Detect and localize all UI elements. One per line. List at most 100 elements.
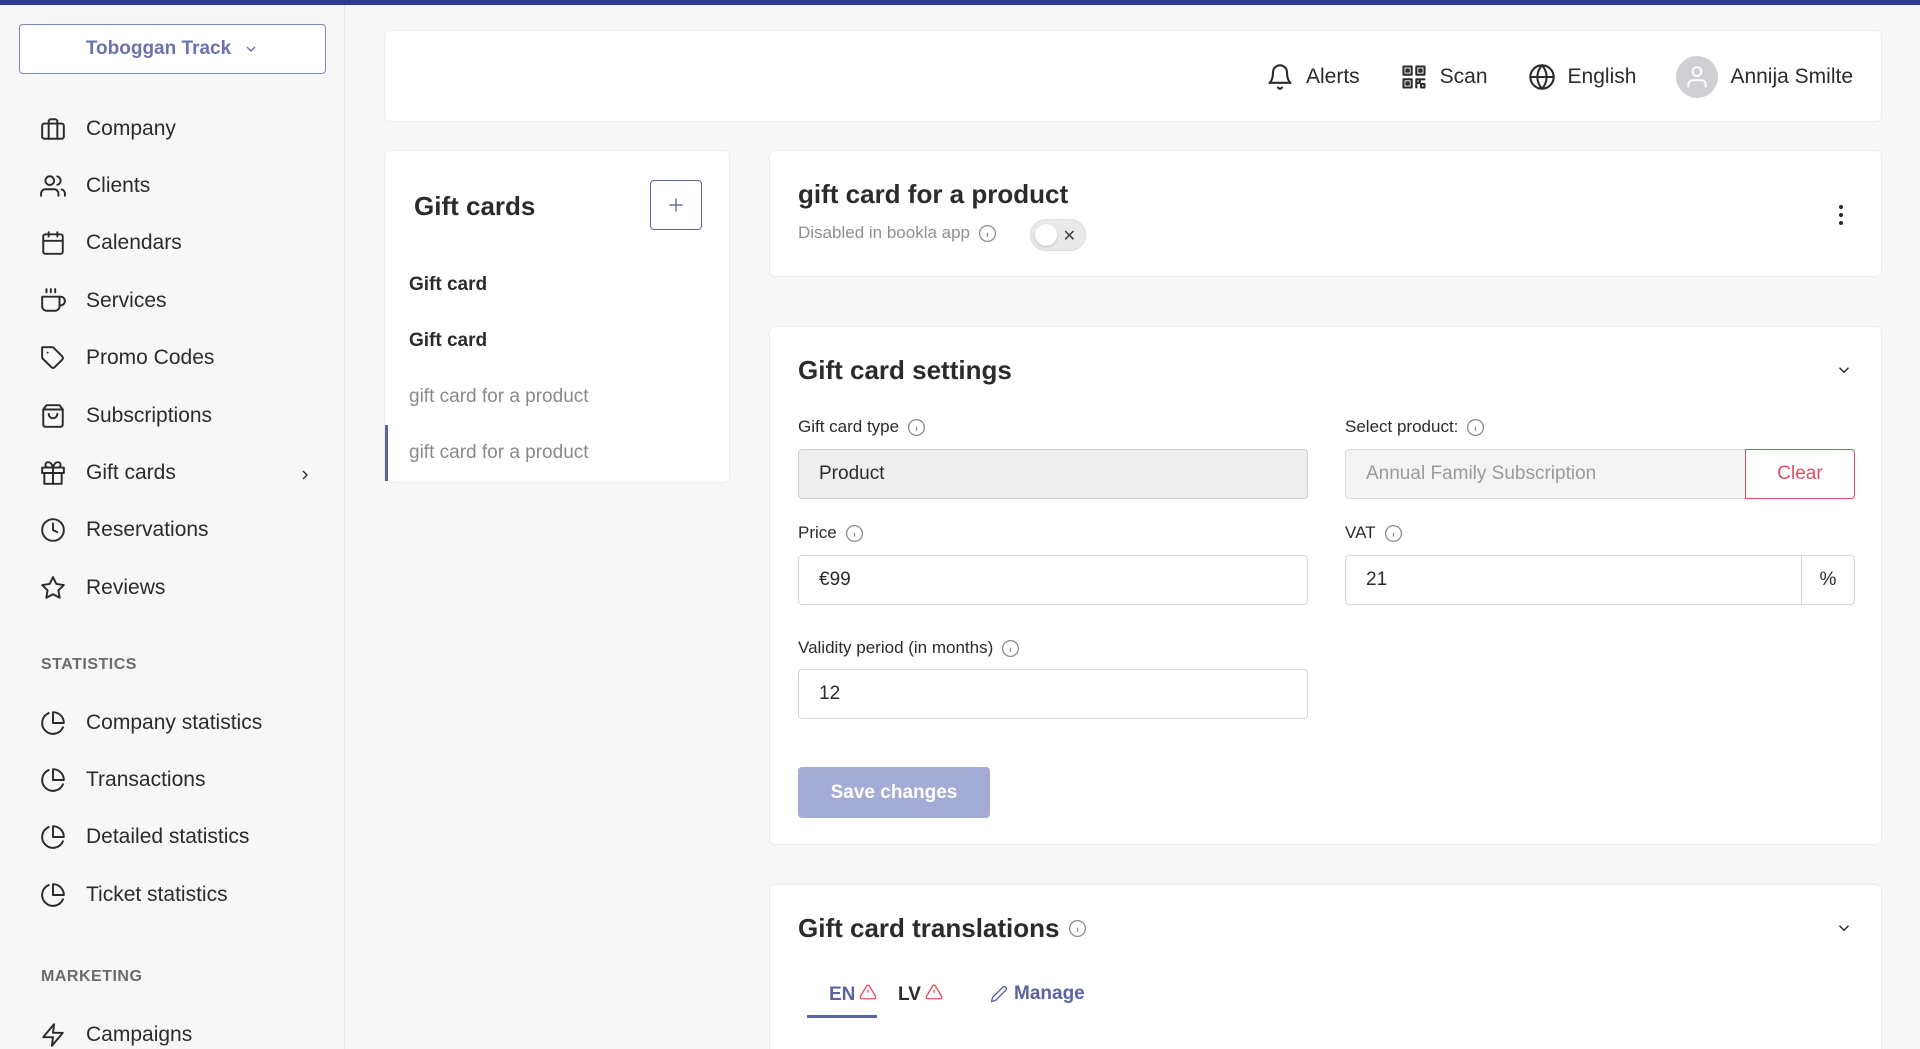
warning-icon xyxy=(925,983,943,1007)
avatar xyxy=(1676,56,1719,98)
zap-icon xyxy=(40,1022,66,1048)
sidebar-item-reservations[interactable]: Reservations xyxy=(0,502,345,559)
tab-lv[interactable]: LV xyxy=(898,983,943,1007)
chevron-down-icon xyxy=(1838,367,1850,374)
translations-title: Gift card translations xyxy=(798,913,1087,944)
collapse-settings-button[interactable] xyxy=(1835,361,1853,379)
gift-card-settings: Gift card settings Gift card type Produc… xyxy=(769,326,1882,845)
vat-input[interactable]: 21 xyxy=(1345,555,1803,605)
company-selector[interactable]: Toboggan Track xyxy=(19,24,326,74)
sidebar-item-label: Services xyxy=(86,288,167,312)
sidebar-item-promo-codes[interactable]: Promo Codes xyxy=(0,330,345,387)
info-icon[interactable] xyxy=(1466,418,1485,437)
sidebar-item-label: Gift cards xyxy=(86,461,176,485)
user-menu[interactable]: Annija Smilte xyxy=(1676,56,1853,98)
language-selector[interactable]: English xyxy=(1528,63,1637,91)
gift-card-type-label-text: Gift card type xyxy=(798,417,900,436)
alerts-button[interactable]: Alerts xyxy=(1266,63,1360,91)
info-icon[interactable] xyxy=(1068,919,1087,938)
sidebar-item-label: Detailed statistics xyxy=(86,825,250,849)
save-changes-button[interactable]: Save changes xyxy=(798,767,990,818)
users-icon xyxy=(40,173,66,199)
gift-card-type-select[interactable]: Product xyxy=(798,449,1308,499)
coffee-icon xyxy=(40,287,66,314)
language-label: English xyxy=(1567,65,1637,88)
pie-chart-icon xyxy=(40,882,66,908)
sidebar-item-subscriptions[interactable]: Subscriptions xyxy=(0,387,345,444)
info-icon[interactable] xyxy=(1001,639,1020,658)
sidebar-item-company[interactable]: Company xyxy=(0,100,345,157)
gift-cards-list: Gift cards Gift card Gift card gift card… xyxy=(384,150,730,483)
sidebar-item-label: Subscriptions xyxy=(86,403,213,427)
shopping-bag-icon xyxy=(40,403,66,429)
product-select[interactable]: Annual Family Subscription xyxy=(1345,449,1747,499)
scan-label: Scan xyxy=(1439,65,1488,88)
vat-percent-suffix: % xyxy=(1801,555,1855,605)
info-icon[interactable] xyxy=(1384,524,1403,543)
calendar-icon xyxy=(40,230,66,256)
gift-card-title-card: gift card for a product Disabled in book… xyxy=(769,150,1882,277)
sidebar-item-detailed-statistics[interactable]: Detailed statistics xyxy=(0,809,345,866)
sidebar-item-ticket-statistics[interactable]: Ticket statistics xyxy=(0,866,345,923)
more-options-button[interactable] xyxy=(1829,203,1853,227)
app-status: Disabled in bookla app xyxy=(798,223,997,243)
active-tab-indicator xyxy=(807,1015,877,1018)
close-icon: ✕ xyxy=(1062,228,1076,245)
sidebar-item-clients[interactable]: Clients xyxy=(0,157,345,214)
tag-icon xyxy=(40,345,66,371)
more-vertical-icon xyxy=(1839,205,1843,225)
collapse-translations-button[interactable] xyxy=(1835,919,1853,937)
list-item[interactable]: Gift card xyxy=(385,313,729,369)
add-gift-card-button[interactable] xyxy=(650,180,702,230)
info-icon[interactable] xyxy=(978,224,997,243)
tab-lv-label: LV xyxy=(898,984,921,1005)
sidebar-item-label: Ticket statistics xyxy=(86,882,228,906)
validity-input[interactable]: 12 xyxy=(798,669,1308,719)
tab-en-label: EN xyxy=(829,984,856,1005)
price-input[interactable]: €99 xyxy=(798,555,1308,605)
sidebar-item-campaigns[interactable]: Campaigns xyxy=(0,1006,345,1049)
bell-icon xyxy=(1268,64,1292,90)
clock-icon xyxy=(40,517,66,543)
app-enabled-toggle[interactable]: ✕ xyxy=(1030,219,1086,251)
info-icon[interactable] xyxy=(845,524,864,543)
statistics-section-label: STATISTICS xyxy=(41,656,137,673)
select-product-label-text: Select product: xyxy=(1345,417,1459,436)
info-icon[interactable] xyxy=(907,418,926,437)
settings-title: Gift card settings xyxy=(798,355,1012,385)
sidebar-item-label: Reviews xyxy=(86,575,166,599)
user-icon xyxy=(1687,66,1708,88)
gift-cards-list-title: Gift cards xyxy=(414,191,536,221)
sidebar-item-reviews[interactable]: Reviews xyxy=(0,559,345,616)
gift-card-title: gift card for a product xyxy=(798,179,1069,209)
pie-chart-icon xyxy=(40,710,66,736)
vat-label-text: VAT xyxy=(1345,523,1376,542)
sidebar-item-label: Clients xyxy=(86,174,151,198)
list-item[interactable]: gift card for a product xyxy=(385,369,729,425)
header-actions: Alerts Scan English Annija Smilte xyxy=(1266,31,1853,123)
sidebar-item-gift-cards[interactable]: Gift cards xyxy=(0,444,345,501)
list-item[interactable]: Gift card xyxy=(385,257,729,313)
toggle-knob xyxy=(1035,224,1057,246)
clear-product-button[interactable]: Clear xyxy=(1745,449,1855,499)
tab-en[interactable]: EN xyxy=(829,983,877,1007)
sidebar-item-calendars[interactable]: Calendars xyxy=(0,215,345,272)
sidebar-item-services[interactable]: Services xyxy=(0,272,345,329)
price-label-text: Price xyxy=(798,523,837,542)
plus-icon xyxy=(669,198,683,212)
main-nav: Company Clients Calendars Services Promo… xyxy=(0,100,345,617)
validity-label-text: Validity period (in months) xyxy=(798,638,994,657)
manage-languages-button[interactable]: Manage xyxy=(990,983,1085,1005)
sidebar-item-company-statistics[interactable]: Company statistics xyxy=(0,694,345,751)
sidebar-item-transactions[interactable]: Transactions xyxy=(0,751,345,808)
price-label: Price xyxy=(798,523,864,543)
scan-button[interactable]: Scan xyxy=(1400,63,1488,91)
chevron-down-icon xyxy=(246,46,256,53)
translations-title-text: Gift card translations xyxy=(798,913,1060,943)
sidebar-item-label: Campaigns xyxy=(86,1022,193,1046)
warning-icon xyxy=(859,983,877,1007)
list-item-selected[interactable]: gift card for a product xyxy=(385,425,729,481)
gift-icon xyxy=(40,460,66,486)
gift-card-type-label: Gift card type xyxy=(798,417,926,437)
company-name: Toboggan Track xyxy=(85,38,232,59)
